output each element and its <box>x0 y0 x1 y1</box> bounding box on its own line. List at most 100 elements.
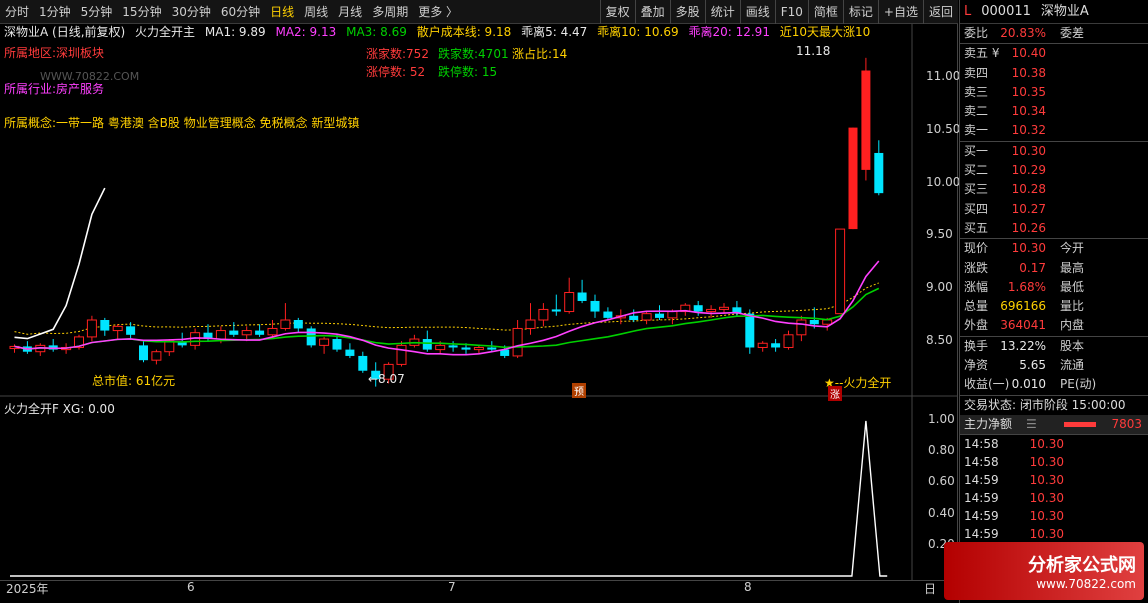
y-tick-label: 11.00 <box>926 68 961 83</box>
stats-list: 现价 10.30 今开 涨跌 0.17 最高 涨幅 1.68% 最低 总量 696166 量比 外盘 36… <box>960 239 1148 335</box>
sub-indicator-name[interactable]: 火力全开F <box>4 402 59 416</box>
guai10-value: 乖离10: 10.69 <box>597 25 679 39</box>
ask-row-3-value: 10.34 <box>1011 104 1046 119</box>
indicator-name[interactable]: 火力全开主 <box>135 25 195 39</box>
toolbar-action-5[interactable]: F10 <box>774 0 808 24</box>
bid-row-0-value: 10.30 <box>1011 143 1046 158</box>
bid-row-4-value: 10.26 <box>1011 220 1046 235</box>
candle-body <box>874 152 884 194</box>
pre-tag: 预 <box>572 383 586 398</box>
x-label-6: 6 <box>187 580 195 594</box>
main-net-bar <box>1064 421 1096 427</box>
period-tab-10[interactable]: 更多 〉 <box>413 0 463 24</box>
market-cap: 总市值: 61亿元 <box>92 374 176 388</box>
stat2-row-1-label2: 流通 <box>1060 358 1085 373</box>
ask-row-0: 卖五 ¥ 10.40 <box>960 44 1148 63</box>
ask-row-2-value: 10.35 <box>1011 84 1046 99</box>
stat-row-4: 外盘 364041 内盘 <box>960 316 1148 335</box>
period-tab-1[interactable]: 1分钟 <box>34 0 76 24</box>
stat-row-1: 涨跌 0.17 最高 <box>960 259 1148 278</box>
ask-row-4-label: 卖一 <box>964 123 989 138</box>
period-tab-4[interactable]: 30分钟 <box>167 0 216 24</box>
list-icon[interactable]: ☰ <box>1026 415 1040 434</box>
stat-row-1-label: 涨跌 <box>964 260 989 275</box>
stat-row-3-label: 总量 <box>964 299 989 314</box>
industry-label: 所属行业:房产服务 <box>4 82 105 96</box>
down-count: 跌家数:4701 <box>438 47 509 61</box>
tick-time: 14:59 <box>964 527 999 542</box>
toolbar-action-4[interactable]: 画线 <box>739 0 775 24</box>
bid-list: 买一 10.30 买二 10.29 买三 10.28 买四 10.27 买五 10.26 <box>960 142 1148 238</box>
sub-indicator-xg: XG: 0.00 <box>62 402 115 416</box>
limit-down-count: 跌停数: 15 <box>438 65 498 79</box>
x-label-8: 8 <box>744 580 752 594</box>
bid-row-1-value: 10.29 <box>1011 163 1046 178</box>
tick-time: 14:59 <box>964 509 999 524</box>
toolbar-action-9[interactable]: 返回 <box>922 0 958 24</box>
candle-body <box>693 305 703 312</box>
candle-body <box>551 309 561 312</box>
ma1-value: MA1: 9.89 <box>204 25 266 39</box>
ask-list: 卖五 ¥ 10.40 卖四 10.38 卖三 10.35 卖二 10.34 卖一 10.32 <box>960 44 1148 140</box>
period-tab-7[interactable]: 周线 <box>299 0 333 24</box>
stat2-row-0: 换手 13.22% 股本 <box>960 337 1148 356</box>
up-ratio: 涨占比:14 <box>512 47 568 61</box>
ask-row-3-label: 卖二 <box>964 104 989 119</box>
bid-row-1-label: 买二 <box>964 163 989 178</box>
x-axis-bar <box>0 580 958 603</box>
brand-url: www.70822.com <box>1036 577 1136 591</box>
period-tab-5[interactable]: 60分钟 <box>216 0 265 24</box>
candle-body <box>293 320 303 329</box>
candle-body <box>861 70 871 170</box>
sub-indicator-title: 火力全开F XG: 0.00 <box>4 400 115 417</box>
toolbar-action-8[interactable]: +自选 <box>877 0 923 24</box>
period-tab-8[interactable]: 月线 <box>333 0 367 24</box>
candle-body <box>757 342 768 348</box>
candle-body <box>229 330 239 335</box>
toolbar-action-7[interactable]: 标记 <box>842 0 878 24</box>
period-tab-2[interactable]: 5分钟 <box>76 0 118 24</box>
toolbar-action-1[interactable]: 叠加 <box>634 0 670 24</box>
stat-row-4-label: 外盘 <box>964 318 989 333</box>
limit-up-count: 涨停数: 52 <box>366 65 426 79</box>
guai20-value: 乖离20: 12.91 <box>688 25 770 39</box>
indicator-title-row: 深物业A (日线,前复权) 火力全开主 MA1: 9.89 MA2: 9.13 … <box>4 24 909 41</box>
candle-body <box>215 330 226 340</box>
x-label-day[interactable]: 日 <box>924 580 936 597</box>
candle-body <box>461 347 471 350</box>
tick-row-1: 14:58 10.30 <box>960 453 1148 471</box>
candle-body <box>396 344 407 365</box>
tick-row-4: 14:59 10.30 <box>960 507 1148 525</box>
candle-body <box>241 330 252 336</box>
sub-y-tick-label: 0.40 <box>928 505 955 520</box>
period-tab-3[interactable]: 15分钟 <box>117 0 166 24</box>
ask-row-1: 卖四 10.38 <box>960 64 1148 83</box>
stat2-row-2: 收益(一) 0.010 PE(动) <box>960 375 1148 394</box>
bid-row-0-label: 买一 <box>964 143 989 158</box>
up-count: 涨家数:752 <box>366 47 429 61</box>
toolbar-action-3[interactable]: 统计 <box>704 0 740 24</box>
toolbar-action-2[interactable]: 多股 <box>669 0 705 24</box>
x-label-7: 7 <box>448 580 456 594</box>
toolbar-action-0[interactable]: 复权 <box>599 0 635 24</box>
candle-body <box>487 347 497 350</box>
stat2-row-1-label: 净资 <box>964 358 989 373</box>
period-tab-9[interactable]: 多周期 <box>367 0 413 24</box>
tick-price: 10.30 <box>1029 437 1064 452</box>
candle-body <box>255 330 265 335</box>
stat-row-2-label2: 最低 <box>1060 279 1085 294</box>
ask-row-4: 卖一 10.32 <box>960 121 1148 140</box>
stat-row-1-value: 0.17 <box>1019 260 1046 275</box>
webi-row: 委比 20.83% 委差 <box>960 24 1148 43</box>
candle-body <box>538 308 549 321</box>
low-price-label: ←8.07 <box>368 372 405 386</box>
toolbar-action-6[interactable]: 简框 <box>807 0 843 24</box>
main-net-row: 主力净额 ☰ 7803 <box>960 414 1148 435</box>
period-tab-6[interactable]: 日线 <box>265 0 299 24</box>
concept-label: 所属概念:一带一路 粤港澳 含B股 物业管理概念 免税概念 新型城镇 <box>4 116 360 130</box>
period-tab-0[interactable]: 分时 <box>0 0 34 24</box>
chart-area <box>0 24 958 580</box>
tick-row-5: 14:59 10.30 <box>960 525 1148 543</box>
candle-body <box>655 313 664 318</box>
main-chart-svg[interactable] <box>0 24 958 580</box>
